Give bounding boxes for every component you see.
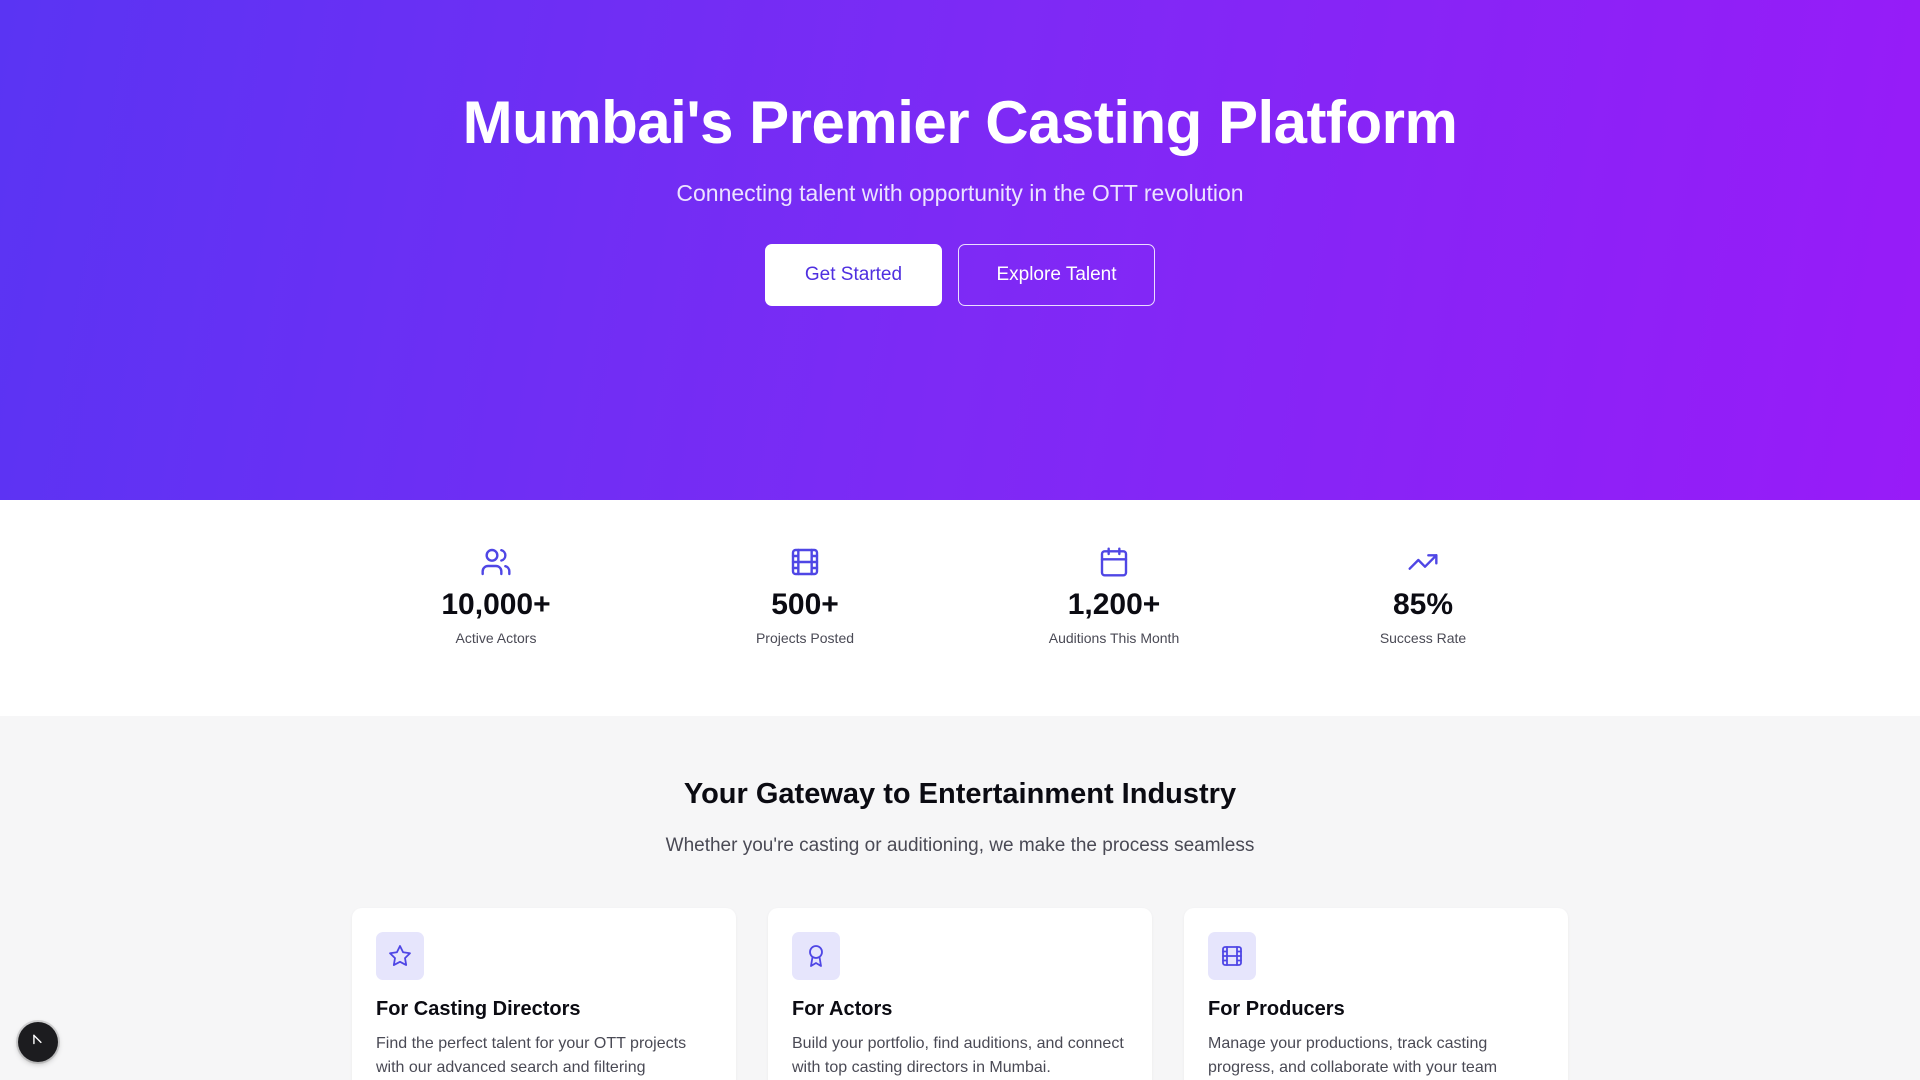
stat-value: 1,200+ [1067, 588, 1161, 621]
explore-talent-button[interactable]: Explore Talent [958, 244, 1155, 306]
stat-projects-posted: 500+ Projects Posted [675, 546, 935, 646]
stat-active-actors: 10,000+ Active Actors [366, 546, 626, 646]
stat-value: 500+ [771, 588, 839, 621]
card-title: For Producers [1208, 998, 1345, 1020]
hero-actions: Get Started Explore Talent [0, 244, 1920, 306]
users-icon [366, 546, 626, 578]
card-description: Manage your productions, track casting p… [1208, 1035, 1498, 1076]
floating-action-button[interactable] [18, 1022, 58, 1062]
trending-up-icon [1293, 546, 1553, 578]
stat-value: 10,000+ [441, 588, 551, 621]
award-icon [792, 932, 840, 980]
stat-label: Auditions This Month [1048, 630, 1180, 646]
stat-label: Projects Posted [755, 630, 855, 646]
stat-label: Success Rate [1379, 630, 1467, 646]
card-producers[interactable]: For Producers Manage your productions, t… [1184, 908, 1568, 1080]
features-section: Your Gateway to Entertainment Industry W… [0, 716, 1920, 1080]
features-title: Your Gateway to Entertainment Industry [683, 778, 1237, 810]
star-icon [376, 932, 424, 980]
card-description: Find the perfect talent for your OTT pro… [376, 1035, 687, 1076]
features-subtitle: Whether you're casting or auditioning, w… [665, 835, 1255, 856]
film-icon [1208, 932, 1256, 980]
stat-label: Active Actors [455, 630, 537, 646]
stat-success-rate: 85% Success Rate [1293, 546, 1553, 646]
stat-auditions: 1,200+ Auditions This Month [984, 546, 1244, 646]
landing-page: Mumbai's Premier Casting Platform Connec… [0, 0, 1920, 1080]
stat-value: 85% [1392, 588, 1454, 621]
stats-section: 10,000+ Active Actors 500+ Projects Post… [0, 500, 1920, 716]
card-title: For Casting Directors [376, 998, 581, 1020]
hero-title: Mumbai's Premier Casting Platform [462, 89, 1458, 156]
card-actors[interactable]: For Actors Build your portfolio, find au… [768, 908, 1152, 1080]
card-casting-directors[interactable]: For Casting Directors Find the perfect t… [352, 908, 736, 1080]
get-started-button[interactable]: Get Started [765, 244, 942, 306]
card-description: Build your portfolio, find auditions, an… [792, 1035, 1124, 1076]
hero-subtitle: Connecting talent with opportunity in th… [676, 180, 1244, 206]
calendar-icon [984, 546, 1244, 578]
card-title: For Actors [792, 998, 893, 1020]
hero-section: Mumbai's Premier Casting Platform Connec… [0, 0, 1920, 500]
film-icon [675, 546, 935, 578]
cursor-icon [31, 1033, 45, 1052]
